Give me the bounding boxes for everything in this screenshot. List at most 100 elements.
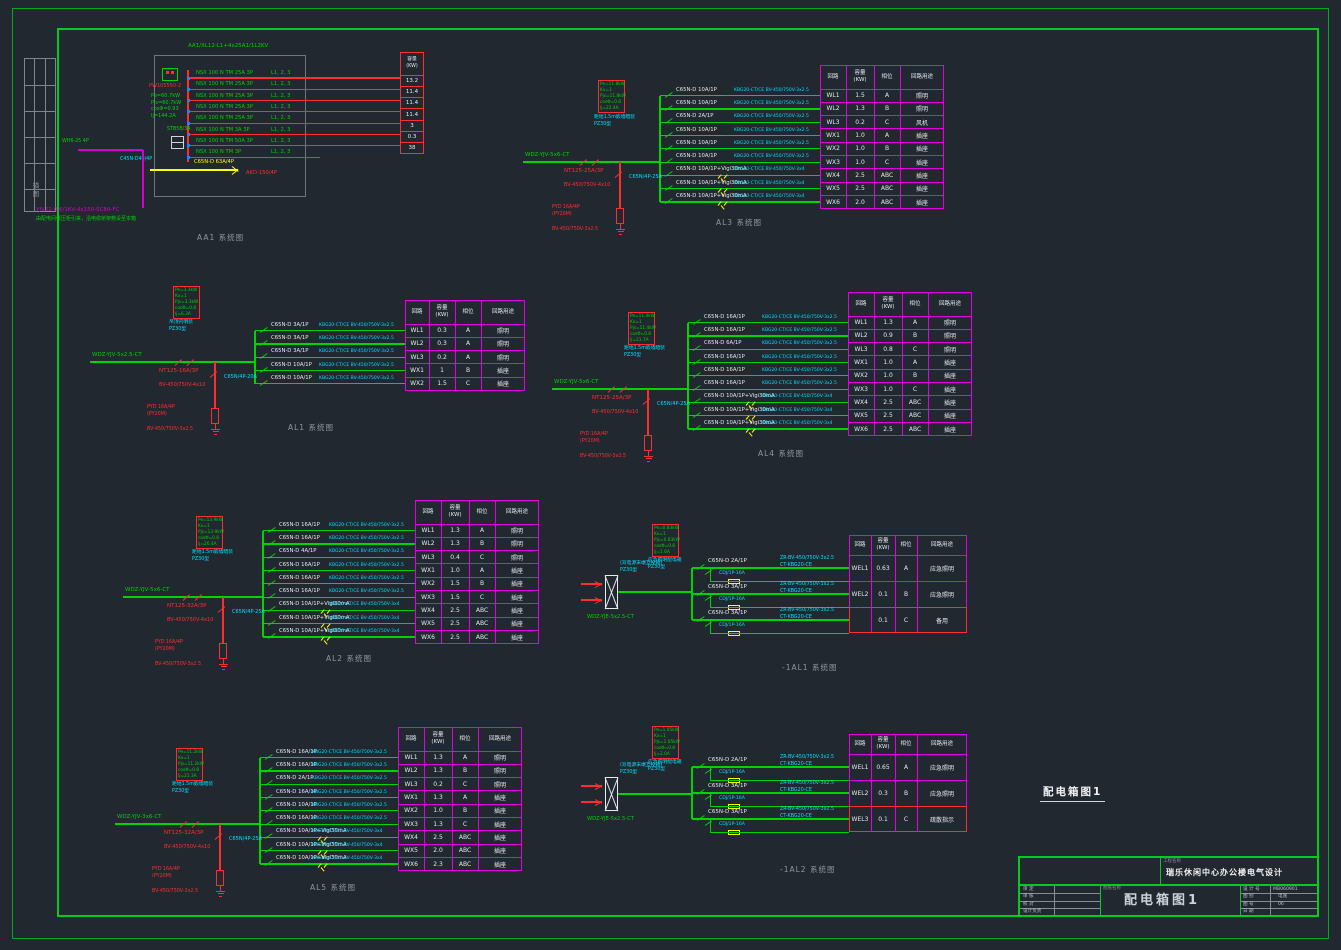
feed-wire-label: BV-450/750V-4x10 (167, 618, 213, 623)
breaker-label: NSX 100 N TM 25A 3P (196, 105, 253, 110)
field-label: 图 号 (1243, 903, 1254, 908)
table-cell: B (902, 329, 928, 342)
breaker-label: C65N-D 3A/1P (708, 810, 747, 816)
panel-label: AL2 系统图 (326, 655, 372, 663)
table-cell: ABC (469, 630, 495, 643)
wire-horizontal (216, 891, 225, 892)
wire-horizontal (688, 322, 848, 323)
junction-dot (187, 88, 190, 91)
wire-horizontal (221, 666, 227, 667)
table-cell: 插座 (495, 564, 539, 577)
table-header: 回路用途 (900, 65, 944, 89)
breaker-label: C65N-D 3A/1P (708, 611, 747, 617)
table-header: 回路 (405, 300, 429, 324)
feed-cable-label: WDZ-YJV-5x6-CT (525, 153, 570, 159)
field-label: 审 定 (1023, 888, 1034, 893)
cable-label: KBG20-CT/CE BV-450/750V-3x2.5 (319, 350, 394, 355)
load-info-line: cosΦ=0.8 (654, 747, 675, 751)
table-cell: WX1 (820, 129, 846, 142)
table-cell: 1.3 (441, 537, 469, 550)
breaker-label: C65N-D 16A/1P (279, 589, 320, 594)
cable-label: ZR-BV-450/750V-3x2.5 (780, 557, 834, 562)
load-info-line: Pe=11.4kW (630, 315, 655, 319)
table-cell: 照明 (928, 343, 972, 356)
wire-horizontal (188, 77, 400, 78)
table-cell: 1.5 (429, 377, 455, 390)
load-info-line: Pjs=11.4kW (630, 327, 656, 331)
table-cell: 插座 (900, 156, 944, 169)
table-cell: 2.0 (846, 195, 874, 208)
table-cell: 插座 (478, 804, 522, 817)
table-cell: ABC (469, 617, 495, 630)
table-cell: WX1 (398, 791, 424, 804)
mount-note: PZ30型 (594, 123, 611, 128)
cable-label: KBG20-CT/CE BV-450/750V-3x2.5 (329, 564, 404, 569)
wire-horizontal (219, 896, 222, 897)
table-cell: 插座 (495, 617, 539, 630)
table-cell: C (874, 156, 900, 169)
table-cell: WL3 (405, 351, 429, 364)
table-header: 相位 (874, 65, 900, 89)
table-cell: 1.3 (424, 818, 452, 831)
table-cell: A (902, 356, 928, 369)
mount-note: PZ30型 (172, 790, 189, 795)
table-cell: WX2 (405, 377, 429, 390)
feed-wire-label: BV-450/750V-4x10 (159, 383, 205, 388)
junction-dot (187, 144, 190, 147)
breaker-label: C65N-D 16A/1P (704, 328, 745, 333)
table-header: 回路用途 (481, 300, 525, 324)
cable-label: KBG20-CT/CE BV-450/750V-3x2.5 (734, 142, 809, 147)
table-cell: 1.3 (441, 524, 469, 537)
table-cell: WX2 (415, 577, 441, 590)
table-cell: 0.3 (429, 337, 455, 350)
spd-label: PYD 16A/4P (152, 868, 180, 873)
contactor-label: CDJ/1P-16A (719, 797, 745, 802)
breaker-label: C65N-D 10A/1P (676, 88, 717, 93)
breaker-label: C65N-D 16A/1P (276, 816, 317, 821)
table-cell: A (455, 351, 481, 364)
table-cell: WX5 (415, 617, 441, 630)
table-cell: 插座 (900, 129, 944, 142)
breaker-label: C65N-D 16A/1P (276, 790, 317, 795)
table-cell: 0.9 (874, 329, 902, 342)
table-cell: A (895, 754, 917, 780)
table-cell: 1.0 (874, 383, 902, 396)
breaker-label: C65N-D 2A/1P (708, 758, 747, 764)
breaker-label: NSX 100 N TM 3P (196, 150, 241, 155)
load-info-line: Pjs=11.2kW (178, 763, 204, 767)
table-cell: 照明 (928, 316, 972, 329)
table-cell: C (469, 591, 495, 604)
table-cell: 插座 (900, 195, 944, 208)
table-header: 回路 (849, 535, 871, 555)
contactor-label: CDJ/1P-16A (719, 598, 745, 603)
table-cell: B (469, 537, 495, 550)
panel-label: -1AL2 系统图 (780, 866, 835, 874)
wire-horizontal (263, 610, 415, 611)
table-cell: 2.5 (441, 630, 469, 643)
cable-label: KBG20-CT/CE BV-450/750V-3x2.5 (312, 777, 387, 782)
cable-label: KBG20-CT/CE BV-450/750V-3x2.5 (734, 129, 809, 134)
table-cell: 11.4 (400, 86, 424, 97)
main-bus (187, 70, 189, 162)
table-cell: 2.0 (424, 844, 452, 857)
contactor-label: CDJ/1P-16A (719, 823, 745, 828)
table-cell: WX3 (848, 383, 874, 396)
cable-label: KBG20-CT/CE BV-450/750V-3x2.5 (762, 369, 837, 374)
cable-label: KBG20-CT/CE BV-450/750V-3x4 (734, 168, 805, 173)
spd-box (219, 643, 227, 659)
cable-label: CT-KBG20-CE (780, 789, 812, 794)
cable-label: KBG20-CT/CE BV-450/750V-3x2.5 (312, 817, 387, 822)
spd-box-line (172, 142, 183, 143)
cable-label: KBG20-CT/CE BV-450/750V-3x4 (312, 844, 383, 849)
feed-wire-label: BV-450/750V-4x10 (592, 410, 638, 415)
spd-label: (PY20M) (155, 648, 175, 653)
table-cell: ABC (452, 857, 478, 870)
junction-dot (187, 122, 190, 125)
table-cell: 插座 (495, 591, 539, 604)
table-cell: WL2 (405, 337, 429, 350)
wire-horizontal (255, 330, 405, 331)
table-cell: 插座 (900, 182, 944, 195)
cable-label: KBG20-CT/CE BV-450/750V-3x2.5 (312, 791, 387, 796)
table-cell: WL3 (848, 343, 874, 356)
wire-horizontal (90, 361, 255, 362)
